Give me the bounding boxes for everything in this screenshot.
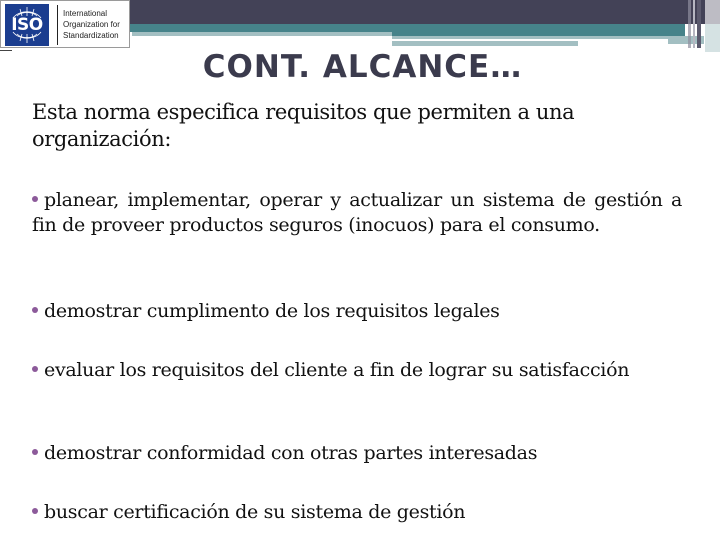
- iso-mark-text: ISO: [11, 15, 43, 35]
- iso-logo: ISO International Organization for Stand…: [0, 0, 130, 48]
- bullet-item: demostrar conformidad con otras partes i…: [32, 441, 682, 466]
- iso-org-line: Standardization: [63, 31, 119, 40]
- bullet-item: demostrar cumplimento de los requisitos …: [32, 299, 682, 324]
- bullet-text: demostrar conformidad con otras partes i…: [44, 442, 538, 464]
- bullet-dot-icon: [32, 449, 38, 455]
- bullet-text: buscar certificación de su sistema de ge…: [44, 501, 466, 523]
- bullet-dot-icon: [32, 508, 38, 514]
- iso-org-line: Organization for: [63, 20, 120, 29]
- slide: ISO International Organization for Stand…: [0, 0, 720, 540]
- header-band-dark: [130, 0, 720, 24]
- header-stripe: [697, 0, 701, 48]
- bullet-dot-icon: [32, 196, 38, 202]
- header-band-teal: [130, 24, 685, 32]
- header-stripe: [693, 0, 695, 48]
- slide-title: CONT. ALCANCE…: [202, 49, 523, 85]
- bullet-text: evaluar los requisitos del cliente a fin…: [44, 359, 630, 381]
- iso-org-name: International Organization for Standardi…: [63, 8, 120, 41]
- bullet-item: evaluar los requisitos del cliente a fin…: [32, 358, 682, 383]
- header-band-light-left: [132, 32, 392, 36]
- bullet-item: planear, implementar, operar y actualiza…: [32, 188, 682, 237]
- bullet-item: buscar certificación de su sistema de ge…: [32, 500, 682, 525]
- bullet-text: planear, implementar, operar y actualiza…: [32, 189, 682, 236]
- intro-paragraph: Esta norma especifica requisitos que per…: [32, 100, 575, 151]
- bullet-dot-icon: [32, 366, 38, 372]
- header-stripe: [688, 0, 691, 48]
- bullet-text: demostrar cumplimento de los requisitos …: [44, 300, 500, 322]
- bullet-dot-icon: [32, 307, 38, 313]
- iso-globe-logo-icon: ISO: [5, 4, 49, 46]
- logo-divider: [57, 5, 58, 45]
- iso-org-line: International: [63, 9, 108, 18]
- header-band-light-right: [392, 36, 702, 39]
